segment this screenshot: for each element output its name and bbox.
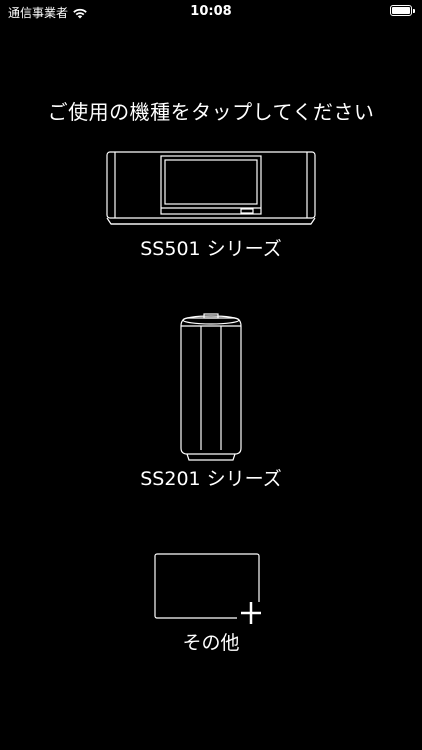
ss501-device-icon [106, 151, 316, 225]
device-other-button[interactable]: その他 [0, 552, 422, 655]
device-label-other: その他 [182, 632, 240, 654]
add-device-icon [154, 553, 267, 624]
device-ss501-button[interactable]: SS501 シリーズ [0, 150, 422, 261]
status-time: 10:08 [190, 4, 232, 19]
device-label-ss201: SS201 シリーズ [140, 468, 282, 490]
status-bar: 通信事業者 10:08 [0, 0, 422, 24]
device-ss201-button[interactable]: SS201 シリーズ [0, 312, 422, 491]
battery-icon [390, 5, 415, 16]
page-heading: ご使用の機種をタップしてください [47, 100, 375, 124]
device-label-ss501: SS501 シリーズ [140, 238, 282, 260]
ss201-device-icon [180, 313, 242, 461]
